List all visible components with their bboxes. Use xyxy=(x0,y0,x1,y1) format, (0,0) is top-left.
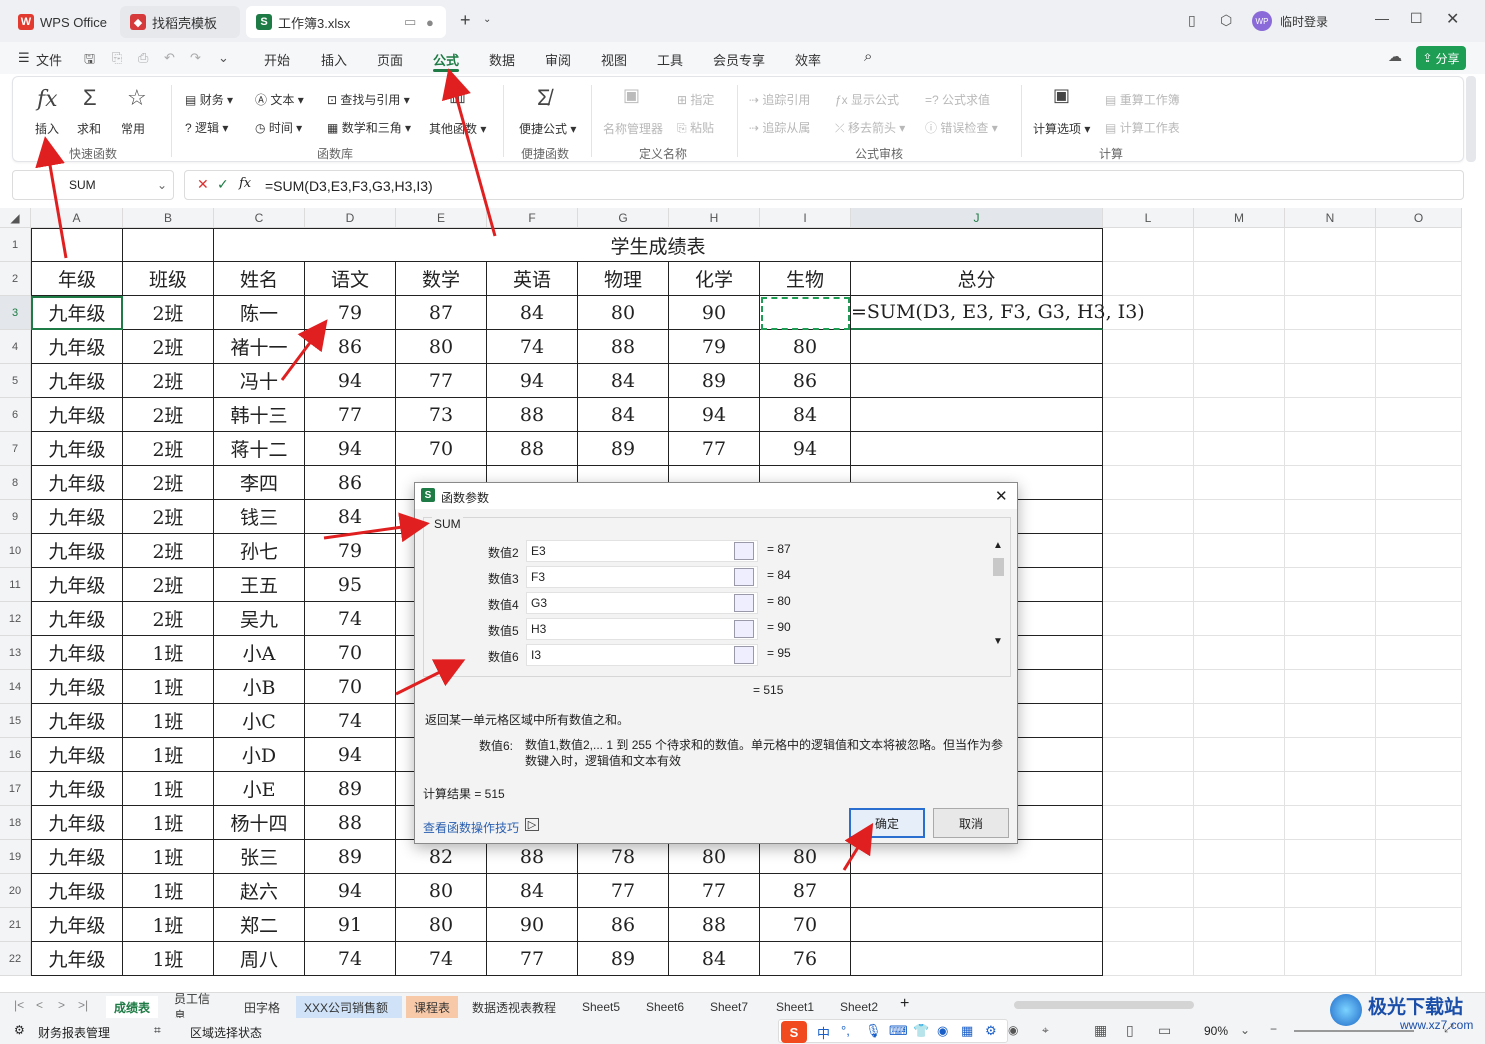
microphone-icon[interactable]: 🎙 xyxy=(865,1023,882,1039)
arrow-to-ok xyxy=(842,822,874,871)
settings-icon[interactable]: ⚙ xyxy=(985,1023,997,1039)
page-view-icon[interactable]: ▯ xyxy=(1126,1022,1134,1039)
normal-view-icon[interactable]: ▦ xyxy=(1094,1022,1107,1039)
zoom-level[interactable]: 90% xyxy=(1204,1024,1228,1038)
sheet-tab[interactable]: 数据透视表教程 xyxy=(464,996,566,1018)
sheet-tab[interactable]: Sheet5 xyxy=(574,996,632,1018)
break-view-icon[interactable]: ▭ xyxy=(1158,1022,1171,1039)
last-sheet-icon[interactable]: >| xyxy=(78,998,88,1012)
watermark-url: www.xz7.com xyxy=(1400,1018,1474,1032)
watermark: 极光下载站 www.xz7.com xyxy=(1330,990,1480,1040)
sheet-tab[interactable]: XXX公司销售额 xyxy=(296,996,402,1018)
punctuation-icon[interactable]: °, xyxy=(841,1023,850,1038)
sheet-tab[interactable]: 员工信息 xyxy=(166,992,228,1023)
selection-state-label: 区域选择状态 xyxy=(190,1026,263,1040)
sheet-tab[interactable]: 田字格 xyxy=(236,996,288,1018)
arrow-to-insert xyxy=(35,136,68,259)
formula-cell[interactable]: =SUM(D3, E3, F3, G3, H3, I3) xyxy=(851,296,1145,330)
first-sheet-icon[interactable]: |< xyxy=(14,998,24,1012)
shirt-icon[interactable]: 👕 xyxy=(913,1023,929,1039)
annotation-arrows xyxy=(35,68,874,871)
sheet-tab[interactable]: 成绩表 xyxy=(106,996,158,1018)
arrow-to-d3 xyxy=(280,319,328,381)
sheet-tab[interactable]: Sheet1 xyxy=(768,996,826,1018)
macro-icon[interactable]: ⌗ xyxy=(154,1023,161,1038)
status-bar: ⚙ 财务报表管理 ⌗ 区域选择状态 S 中 °, 🎙 ⌨ 👕 ◉ ▦ ⚙ ◉ ⌖… xyxy=(0,1018,1485,1044)
finance-report-label[interactable]: 财务报表管理 xyxy=(38,1024,110,1041)
prev-sheet-icon[interactable]: < xyxy=(36,998,43,1012)
watermark-brand: 极光下载站 xyxy=(1368,997,1464,1018)
ime-logo-icon: S xyxy=(781,1021,807,1043)
arrow-to-value6 xyxy=(395,659,466,696)
sheet-tab-bar: |< < > >| 成绩表 员工信息 田字格 XXX公司销售额 课程表 数据透视表教程 Sh… xyxy=(0,992,1485,1023)
crosshair-icon[interactable]: ⌖ xyxy=(1042,1023,1049,1038)
zoom-out-icon[interactable]: − xyxy=(1270,1022,1277,1036)
sheet-tab[interactable]: Sheet6 xyxy=(638,996,696,1018)
gamepad-icon[interactable]: ◉ xyxy=(937,1023,948,1039)
watermark-logo-icon xyxy=(1330,994,1362,1026)
arrow-to-sum xyxy=(323,512,430,543)
keyboard-icon[interactable]: ⌨ xyxy=(889,1023,908,1039)
sheet-tab[interactable]: 课程表 xyxy=(406,996,458,1018)
horizontal-scrollbar[interactable] xyxy=(1014,1001,1194,1009)
report-icon: ⚙ xyxy=(14,1023,25,1037)
next-sheet-icon[interactable]: > xyxy=(58,998,65,1012)
sheet-tab[interactable]: Sheet7 xyxy=(702,996,760,1018)
add-sheet-icon[interactable]: + xyxy=(900,995,909,1013)
ime-chinese-icon[interactable]: 中 xyxy=(817,1023,830,1042)
chevron-down-icon[interactable]: ⌄ xyxy=(1240,1023,1250,1037)
grid-apps-icon[interactable]: ▦ xyxy=(961,1023,973,1039)
eye-icon[interactable]: ◉ xyxy=(1008,1023,1018,1037)
arrow-to-formula-tab xyxy=(441,68,497,237)
ime-toolbar[interactable]: S 中 °, 🎙 ⌨ 👕 ◉ ▦ ⚙ xyxy=(778,1019,1008,1043)
sheet-tab[interactable]: Sheet2 xyxy=(832,996,888,1018)
